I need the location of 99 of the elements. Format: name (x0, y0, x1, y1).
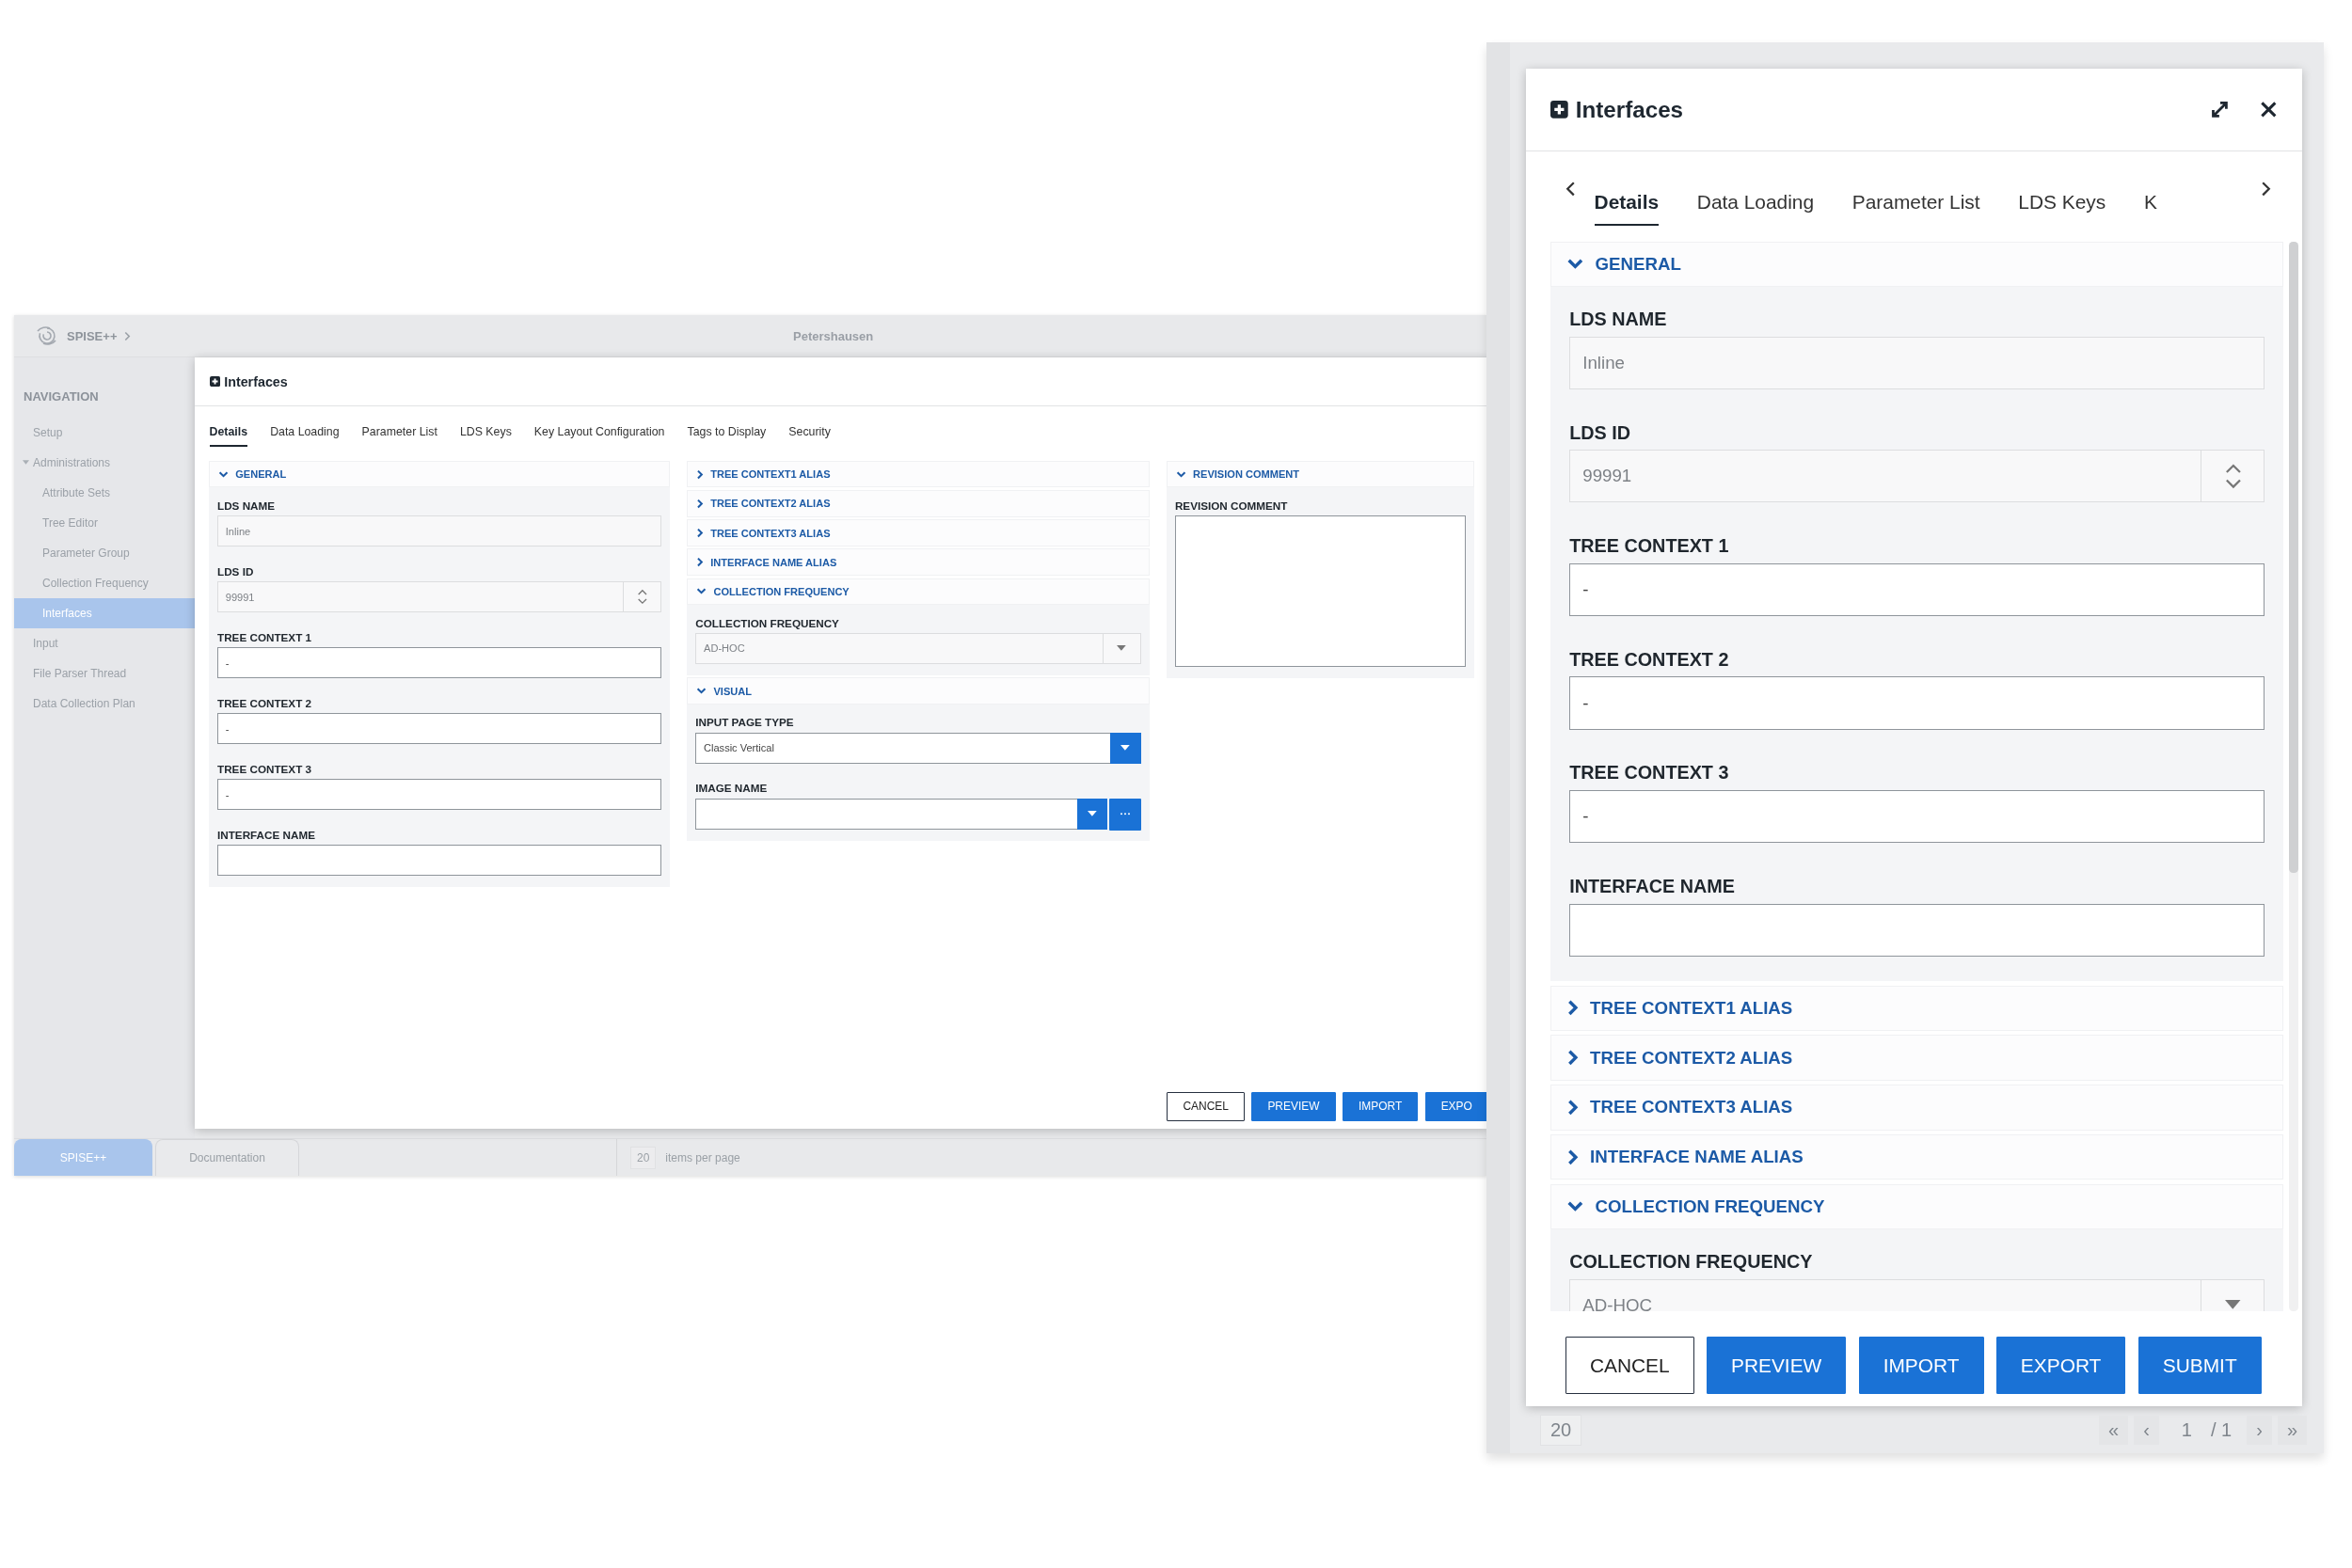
primary-button[interactable]: PREVIEW (1251, 1091, 1336, 1122)
chevron-right-icon (696, 498, 705, 509)
caret-down-icon (2225, 1300, 2241, 1311)
text-field[interactable] (1569, 903, 2265, 957)
field-label: TREE CONTEXT 2 (1569, 647, 1730, 672)
chevron-right-icon (696, 557, 705, 568)
field-label: REVISION COMMENT (1174, 498, 1289, 514)
text-field[interactable]: - (1569, 676, 2265, 730)
chevron-down-icon (1565, 257, 1584, 272)
chevron-right-icon[interactable] (2261, 180, 2271, 198)
text-field[interactable]: - (1569, 562, 2265, 616)
spinner-arrows-icon (636, 589, 648, 606)
field-label: TREE CONTEXT 2 (217, 695, 313, 711)
chevron-down-icon (1175, 469, 1186, 479)
field-label: INPUT PAGE TYPE (695, 715, 795, 731)
chevron-down-icon (696, 587, 707, 596)
chevron-left-icon[interactable] (1565, 180, 1576, 198)
field-label: LDS NAME (217, 498, 277, 514)
text-field[interactable]: - (217, 779, 661, 811)
tab[interactable]: Details (209, 420, 248, 447)
expand-arrows-icon[interactable] (2210, 100, 2231, 119)
caret-down-icon (1120, 744, 1131, 752)
field-label: LDS ID (1569, 420, 1632, 445)
tab[interactable]: LDS Keys (459, 420, 512, 447)
chevron-right-icon (696, 468, 705, 480)
chevron-right-icon (1565, 1049, 1579, 1067)
dropdown-field[interactable]: Classic Vertical (695, 732, 1141, 764)
tab[interactable]: Tags to Display (687, 420, 767, 447)
cancel-button[interactable]: CANCEL (1167, 1091, 1246, 1122)
chevron-right-icon (1565, 999, 1579, 1018)
field-label: LDS ID (217, 563, 255, 579)
tab[interactable]: Details (1594, 183, 1660, 227)
caret-down-icon (1088, 810, 1097, 817)
tab[interactable]: Data Loading (270, 420, 340, 447)
tab[interactable]: K (2143, 183, 2157, 227)
text-field[interactable] (217, 845, 661, 877)
field-label: INTERFACE NAME (217, 827, 316, 843)
field-label: TREE CONTEXT 3 (1569, 761, 1730, 785)
section-header[interactable]: TREE CONTEXT3 ALIAS (687, 519, 1150, 546)
section-header[interactable]: GENERAL (1550, 241, 2284, 288)
chevron-down-icon (218, 469, 230, 479)
section-header[interactable]: TREE CONTEXT1 ALIAS (1550, 985, 2284, 1031)
tab[interactable]: Key Layout Configuration (533, 420, 665, 447)
section-header[interactable]: VISUAL (687, 677, 1150, 705)
primary-button[interactable]: IMPORT (1858, 1337, 1984, 1394)
section-header[interactable]: GENERAL (208, 460, 671, 488)
field-label: COLLECTION FREQUENCY (1569, 1249, 1814, 1274)
tab[interactable]: Parameter List (1851, 183, 1980, 227)
navigation-title: NAVIGATION (23, 388, 100, 405)
browse-button[interactable] (1109, 798, 1141, 831)
section-header[interactable]: TREE CONTEXT2 ALIAS (687, 490, 1150, 517)
spinner-arrows-icon (2223, 462, 2243, 490)
field-label: TREE CONTEXT 1 (1569, 534, 1730, 559)
more-dots-icon (1120, 813, 1130, 816)
field-label: INTERFACE NAME (1569, 875, 1737, 899)
text-field[interactable]: - (1569, 790, 2265, 844)
text-field[interactable]: - (217, 647, 661, 679)
section-header[interactable]: COLLECTION FREQUENCY (687, 578, 1150, 606)
field-label: COLLECTION FREQUENCY (695, 615, 840, 631)
primary-button[interactable]: SUBMIT (2137, 1337, 2262, 1394)
logo-icon (35, 325, 59, 346)
field-label: TREE CONTEXT 3 (217, 761, 313, 777)
page-size-label: items per page (665, 1150, 740, 1164)
scrollbar[interactable] (2288, 241, 2298, 1311)
plus-square-icon (209, 375, 220, 387)
dialog-title: Interfaces (1575, 96, 1684, 123)
primary-button[interactable]: PREVIEW (1706, 1337, 1847, 1394)
dialog-title: Interfaces (224, 373, 288, 389)
section-header[interactable]: TREE CONTEXT1 ALIAS (687, 460, 1150, 488)
location-label: Petershausen (793, 328, 874, 343)
comment-field[interactable] (1174, 515, 1466, 668)
field-label: IMAGE NAME (695, 781, 769, 797)
plus-square-icon (1550, 101, 1569, 119)
tab[interactable]: LDS Keys (2018, 183, 2106, 227)
text-field[interactable]: - (217, 713, 661, 745)
field-label: TREE CONTEXT 1 (217, 629, 313, 645)
section-header[interactable]: REVISION COMMENT (1166, 460, 1475, 488)
chevron-right-icon (696, 527, 705, 538)
primary-button[interactable]: EXPORT (1995, 1337, 2126, 1394)
section-header[interactable]: TREE CONTEXT2 ALIAS (1550, 1035, 2284, 1081)
page-total: / 1 (2209, 1418, 2233, 1442)
field-label: LDS NAME (1569, 307, 1668, 331)
tab[interactable]: Parameter List (361, 420, 437, 447)
section-header[interactable]: INTERFACE NAME ALIAS (1550, 1133, 2284, 1180)
chevron-right-icon (1565, 1148, 1579, 1166)
primary-button[interactable]: EXPO (1424, 1091, 1486, 1122)
primary-button[interactable]: IMPORT (1342, 1091, 1419, 1122)
close-icon[interactable] (2259, 101, 2278, 119)
tab[interactable]: Security (788, 420, 831, 447)
chevron-right-icon (1565, 1099, 1579, 1117)
cancel-button[interactable]: CANCEL (1565, 1337, 1694, 1394)
chevron-down-icon (1565, 1199, 1584, 1214)
section-header[interactable]: COLLECTION FREQUENCY (1550, 1183, 2284, 1230)
section-header[interactable]: INTERFACE NAME ALIAS (687, 548, 1150, 576)
chevron-down-icon (696, 687, 707, 696)
section-header[interactable]: TREE CONTEXT3 ALIAS (1550, 1085, 2284, 1131)
tab[interactable]: Data Loading (1696, 183, 1815, 227)
dropdown-field[interactable] (695, 798, 1108, 830)
caret-down-icon (1117, 645, 1126, 652)
